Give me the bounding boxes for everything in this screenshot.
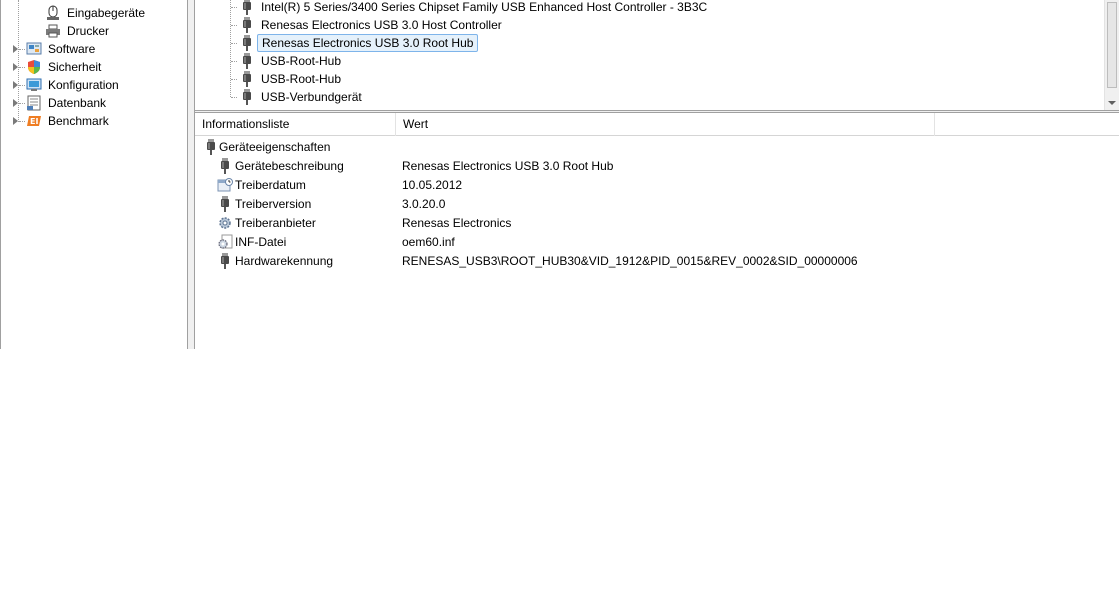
gear-icon [217, 215, 233, 231]
details-group-label: Geräteeigenschaften [219, 140, 331, 154]
device-tree-item-label: Intel(R) 5 Series/3400 Series Chipset Fa… [261, 0, 708, 14]
expand-arrow-icon[interactable] [13, 45, 18, 53]
details-row-name: Treiberversion [235, 197, 312, 211]
expand-arrow-icon[interactable] [13, 99, 18, 107]
details-row-value: oem60.inf [402, 235, 455, 249]
tree-connector [19, 85, 25, 86]
tree-connector [231, 61, 237, 62]
database-icon [26, 95, 42, 111]
nav-item-label: Datenbank [48, 96, 107, 110]
nav-item-label: Konfiguration [48, 78, 119, 92]
nav-item-software[interactable]: Software [13, 40, 185, 58]
usb-plug-icon [203, 139, 219, 155]
vertical-splitter[interactable] [187, 0, 195, 349]
nav-item-label: Software [48, 42, 96, 56]
shield-icon [26, 59, 42, 75]
device-tree-item-label: USB-Verbundgerät [261, 90, 362, 104]
usb-plug-icon [239, 89, 255, 105]
usb-plug-icon [239, 17, 255, 33]
usb-plug-icon [239, 0, 255, 15]
details-row-value: RENESAS_USB3\ROOT_HUB30&VID_1912&PID_001… [402, 254, 858, 268]
device-tree: Intel(R) 5 Series/3400 Series Chipset Fa… [195, 0, 1119, 110]
details-row-name: INF-Datei [235, 235, 287, 249]
column-header-informationsliste[interactable]: Informationsliste [195, 113, 396, 136]
nav-item-label: Drucker [67, 24, 110, 38]
device-tree-item-label: USB-Root-Hub [261, 72, 342, 86]
tree-connector [19, 67, 25, 68]
expand-arrow-icon[interactable] [13, 63, 18, 71]
nav-item-label: Eingabegeräte [67, 6, 146, 20]
tree-connector [231, 97, 237, 98]
device-tree-item-label: Renesas Electronics USB 3.0 Host Control… [261, 18, 502, 32]
details-row[interactable]: INF-Datei oem60.inf [195, 233, 1119, 252]
tree-connector [19, 49, 25, 50]
tree-connector [231, 43, 237, 44]
details-list: Informationsliste Wert Geräteeigenschaft… [195, 113, 1119, 349]
tree-connector [231, 7, 237, 8]
details-row-value: Renesas Electronics [402, 216, 512, 230]
details-row-name: Gerätebeschreibung [235, 159, 344, 173]
nav-item-drucker[interactable]: Drucker [45, 22, 185, 40]
usb-plug-icon [217, 196, 233, 212]
details-row-value: 10.05.2012 [402, 178, 463, 192]
column-header-empty [935, 113, 1119, 136]
tree-connector [19, 121, 25, 122]
nav-item-datenbank[interactable]: Datenbank [13, 94, 185, 112]
nav-item-konfiguration[interactable]: Konfiguration [13, 76, 185, 94]
scrollbar-thumb[interactable] [1107, 2, 1117, 88]
usb-plug-icon [239, 71, 255, 87]
nav-item-label: Benchmark [48, 114, 109, 128]
details-row[interactable]: Gerätebeschreibung Renesas Electronics U… [195, 157, 1119, 176]
software-icon [26, 41, 42, 57]
calendar-icon [217, 177, 233, 193]
usb-plug-icon [239, 53, 255, 69]
tree-connector [19, 103, 25, 104]
benchmark-icon: EI [26, 113, 42, 129]
usb-plug-icon [217, 253, 233, 269]
svg-text:EI: EI [30, 117, 38, 126]
tree-guide-line [230, 0, 231, 97]
nav-item-eingabegeraete[interactable]: Eingabegeräte [45, 4, 185, 22]
content-area: Intel(R) 5 Series/3400 Series Chipset Fa… [195, 0, 1119, 349]
details-row-name: Treiberdatum [235, 178, 306, 192]
details-header: Informationsliste Wert [195, 113, 1119, 136]
configuration-icon [26, 77, 42, 93]
scroll-down-arrow-icon[interactable] [1108, 101, 1116, 105]
usb-plug-icon [239, 35, 255, 51]
nav-item-sicherheit[interactable]: Sicherheit [13, 58, 185, 76]
tree-connector [231, 25, 237, 26]
app-window: Eingabegeräte Drucker Software Sicherhei… [0, 0, 1119, 349]
expand-arrow-icon[interactable] [13, 81, 18, 89]
vertical-scrollbar[interactable] [1104, 0, 1119, 110]
nav-item-benchmark[interactable]: EI Benchmark [13, 112, 185, 130]
navigation-tree: Eingabegeräte Drucker Software Sicherhei… [0, 0, 188, 349]
details-row-value: 3.0.20.0 [402, 197, 446, 211]
usb-plug-icon [217, 158, 233, 174]
expand-arrow-icon[interactable] [13, 117, 18, 125]
nav-item-label: Sicherheit [48, 60, 102, 74]
details-row-name: Hardwarekennung [235, 254, 334, 268]
keyboard-mouse-icon [45, 5, 61, 21]
column-header-wert[interactable]: Wert [396, 113, 935, 136]
printer-icon [45, 23, 61, 39]
details-row[interactable]: Treiberversion 3.0.20.0 [195, 195, 1119, 214]
details-row-value: Renesas Electronics USB 3.0 Root Hub [402, 159, 614, 173]
gear-file-icon [217, 234, 233, 250]
details-row-name: Treiberanbieter [235, 216, 316, 230]
tree-connector [231, 79, 237, 80]
device-tree-item-label: USB-Root-Hub [261, 54, 342, 68]
details-row[interactable]: Treiberanbieter Renesas Electronics [195, 214, 1119, 233]
details-row[interactable]: Treiberdatum 10.05.2012 [195, 176, 1119, 195]
device-tree-item-label: Renesas Electronics USB 3.0 Root Hub [257, 34, 479, 52]
details-row[interactable]: Hardwarekennung RENESAS_USB3\ROOT_HUB30&… [195, 252, 1119, 271]
